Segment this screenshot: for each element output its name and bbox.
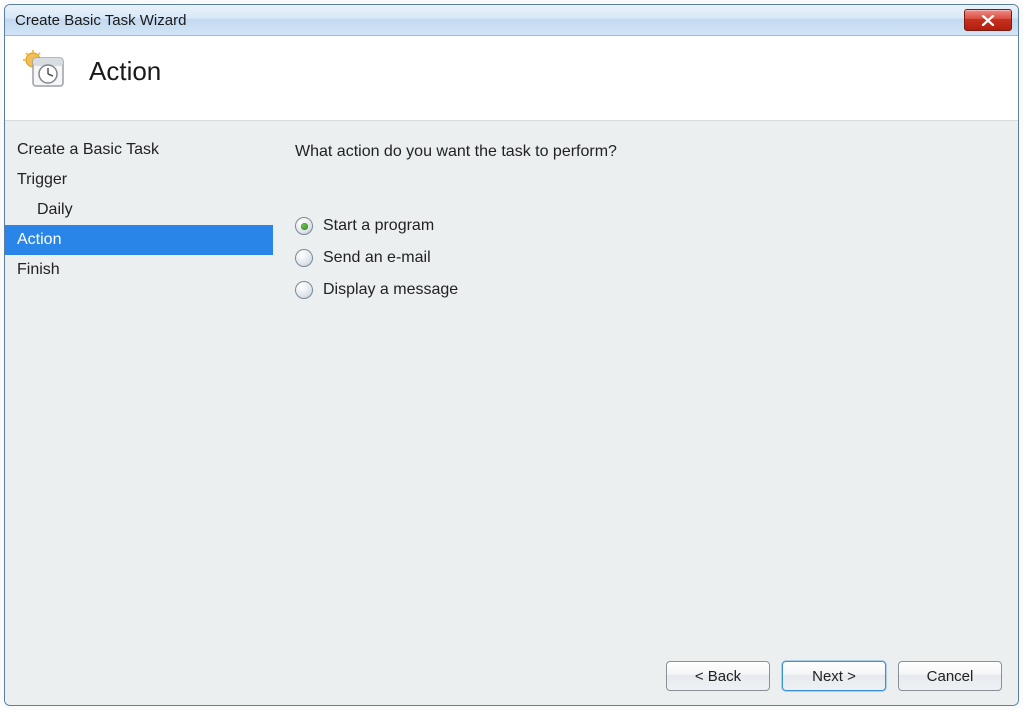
- step-action[interactable]: Action: [5, 225, 273, 255]
- option-start-program[interactable]: Start a program: [295, 217, 1000, 235]
- titlebar: Create Basic Task Wizard: [5, 5, 1018, 36]
- wizard-window: Create Basic Task Wizard: [4, 4, 1019, 706]
- wizard-body: Create a Basic Task Trigger Daily Action…: [5, 120, 1018, 649]
- action-prompt: What action do you want the task to perf…: [295, 143, 1000, 161]
- option-label: Start a program: [323, 217, 434, 235]
- cancel-button[interactable]: Cancel: [898, 661, 1002, 691]
- back-button[interactable]: < Back: [666, 661, 770, 691]
- radio-icon: [295, 249, 313, 267]
- radio-icon: [295, 217, 313, 235]
- step-daily[interactable]: Daily: [5, 195, 273, 225]
- wizard-footer: < Back Next > Cancel: [5, 649, 1018, 705]
- page-title: Action: [89, 56, 161, 87]
- next-button[interactable]: Next >: [782, 661, 886, 691]
- close-icon: [981, 15, 995, 26]
- task-schedule-icon: [23, 50, 67, 90]
- step-trigger[interactable]: Trigger: [5, 165, 273, 195]
- close-button[interactable]: [964, 9, 1012, 31]
- radio-icon: [295, 281, 313, 299]
- option-send-email[interactable]: Send an e-mail: [295, 249, 1000, 267]
- option-label: Send an e-mail: [323, 249, 431, 267]
- option-label: Display a message: [323, 281, 458, 299]
- wizard-content: What action do you want the task to perf…: [273, 121, 1018, 649]
- option-display-message[interactable]: Display a message: [295, 281, 1000, 299]
- header-band: Action: [5, 36, 1018, 120]
- step-create-basic-task[interactable]: Create a Basic Task: [5, 135, 273, 165]
- window-title: Create Basic Task Wizard: [15, 12, 964, 29]
- wizard-steps-sidebar: Create a Basic Task Trigger Daily Action…: [5, 121, 273, 649]
- step-finish[interactable]: Finish: [5, 255, 273, 285]
